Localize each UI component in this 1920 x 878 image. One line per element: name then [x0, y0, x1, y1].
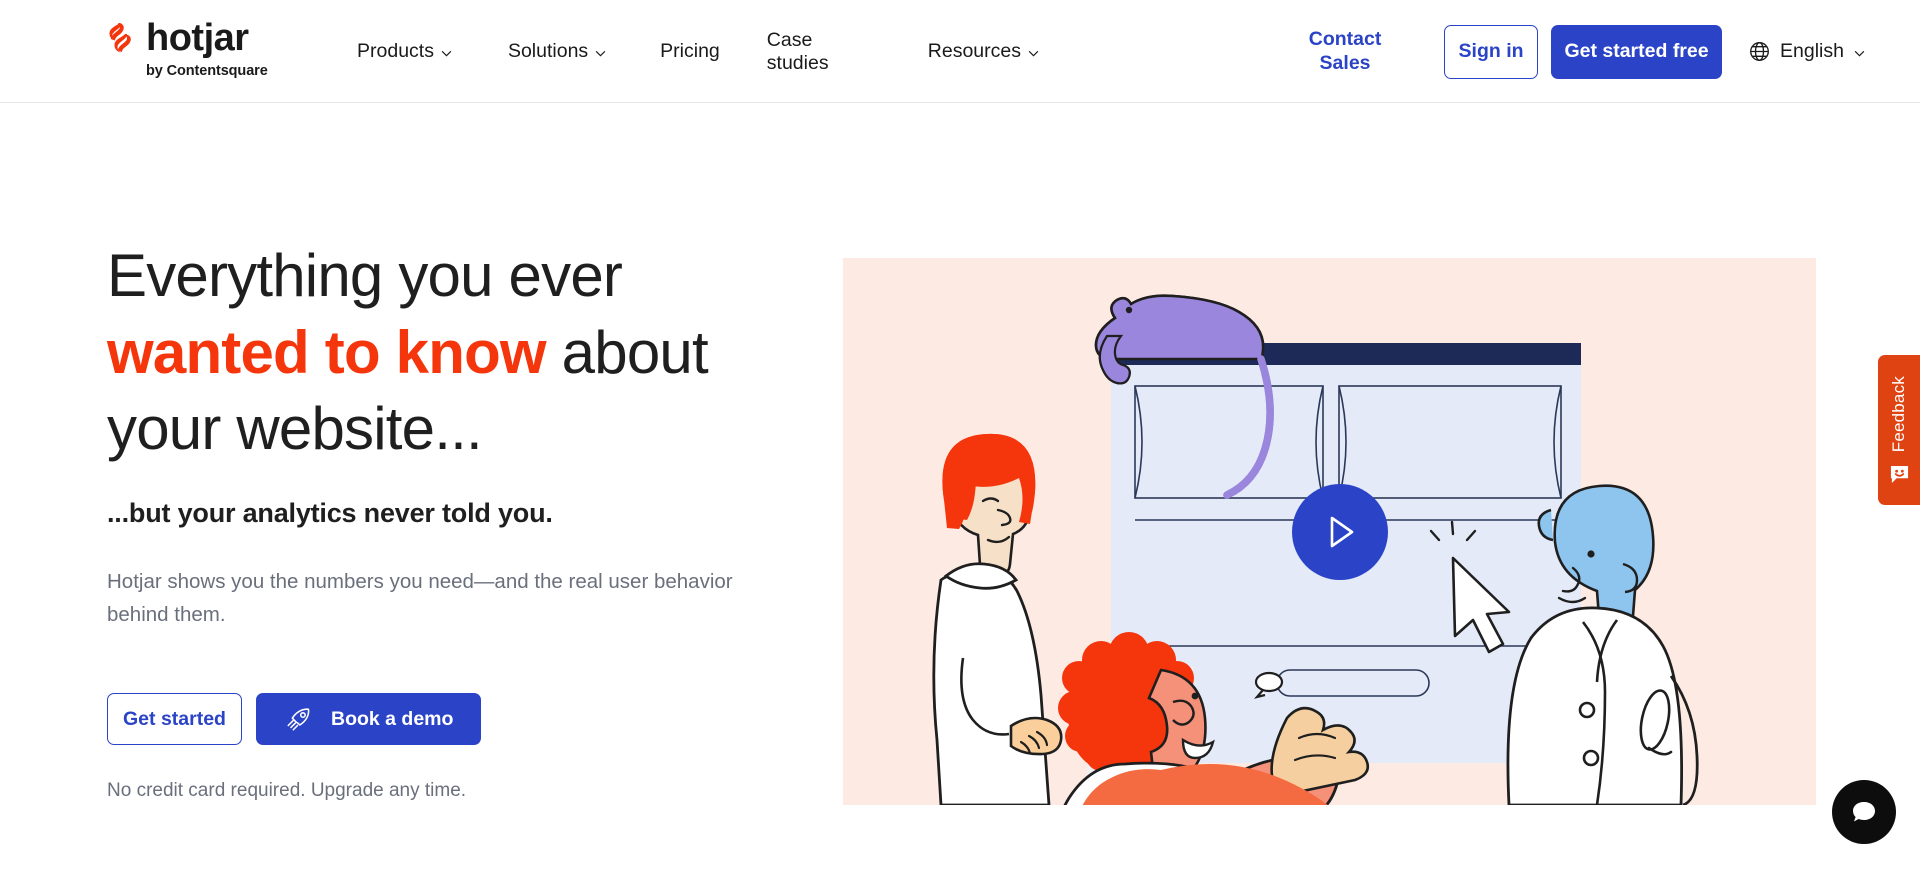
play-video-button[interactable] — [1292, 484, 1388, 580]
nav-label: Pricing — [660, 40, 720, 62]
nav-label: Case studies — [766, 28, 829, 74]
nav-item-resources[interactable]: Resources — [928, 40, 1039, 63]
header-actions: Contact Sales Sign in Get started free E… — [1293, 0, 1920, 103]
nav-item-pricing[interactable]: Pricing — [660, 40, 720, 63]
chat-bubble-icon — [1853, 802, 1875, 822]
get-started-free-button[interactable]: Get started free — [1551, 24, 1723, 79]
play-icon — [1330, 516, 1354, 548]
logo[interactable]: hotjar by Contentsquare — [107, 18, 268, 79]
get-started-button[interactable]: Get started — [107, 693, 242, 746]
globe-icon — [1750, 42, 1769, 61]
hero-content: Everything you ever wanted to know about… — [107, 238, 787, 802]
nav-item-products[interactable]: Products — [357, 40, 452, 63]
hero-body-text: Hotjar shows you the numbers you need—an… — [107, 569, 733, 626]
chevron-down-icon — [1854, 50, 1865, 56]
page-title: Everything you ever wanted to know about… — [107, 238, 787, 468]
nav-item-solutions[interactable]: Solutions — [508, 40, 606, 63]
contact-sales-link[interactable]: Contact Sales — [1293, 28, 1397, 75]
nav-label: Products — [357, 40, 434, 62]
hotjar-flame-icon — [109, 22, 131, 52]
book-a-demo-button[interactable]: Book a demo — [256, 693, 482, 746]
logo-wordmark: hotjar — [146, 17, 249, 59]
smiley-face-icon — [1890, 465, 1908, 483]
language-label: English — [1780, 40, 1844, 62]
nav-label: Resources — [927, 40, 1021, 62]
chevron-down-icon — [595, 50, 606, 56]
logo-row: hotjar — [107, 18, 249, 57]
book-a-demo-label: Book a demo — [331, 707, 454, 730]
feedback-label: Feedback — [1889, 376, 1908, 453]
chevron-down-icon — [1028, 50, 1039, 56]
headline-part-1: Everything you ever — [107, 242, 623, 309]
nav-label: Solutions — [507, 40, 589, 62]
chat-widget-button[interactable] — [1832, 780, 1896, 844]
headline-accent: wanted to know — [107, 318, 547, 386]
rocket-icon — [287, 708, 310, 731]
sign-in-button[interactable]: Sign in — [1444, 24, 1539, 79]
logo-subtitle: by Contentsquare — [146, 63, 268, 79]
hero-subheading: ...but your analytics never told you. — [107, 497, 553, 528]
main-nav: Products Solutions Pricing Case studies … — [357, 0, 1039, 103]
nav-item-case-studies[interactable]: Case studies — [767, 29, 855, 75]
feedback-tab[interactable]: Feedback — [1878, 355, 1920, 505]
language-selector[interactable]: English — [1749, 40, 1865, 63]
hero-cta-row: Get started Book a demo — [107, 693, 787, 746]
chevron-down-icon — [441, 50, 452, 56]
site-header: hotjar by Contentsquare Products Solutio… — [0, 0, 1920, 103]
hero-fineprint: No credit card required. Upgrade any tim… — [107, 780, 467, 802]
